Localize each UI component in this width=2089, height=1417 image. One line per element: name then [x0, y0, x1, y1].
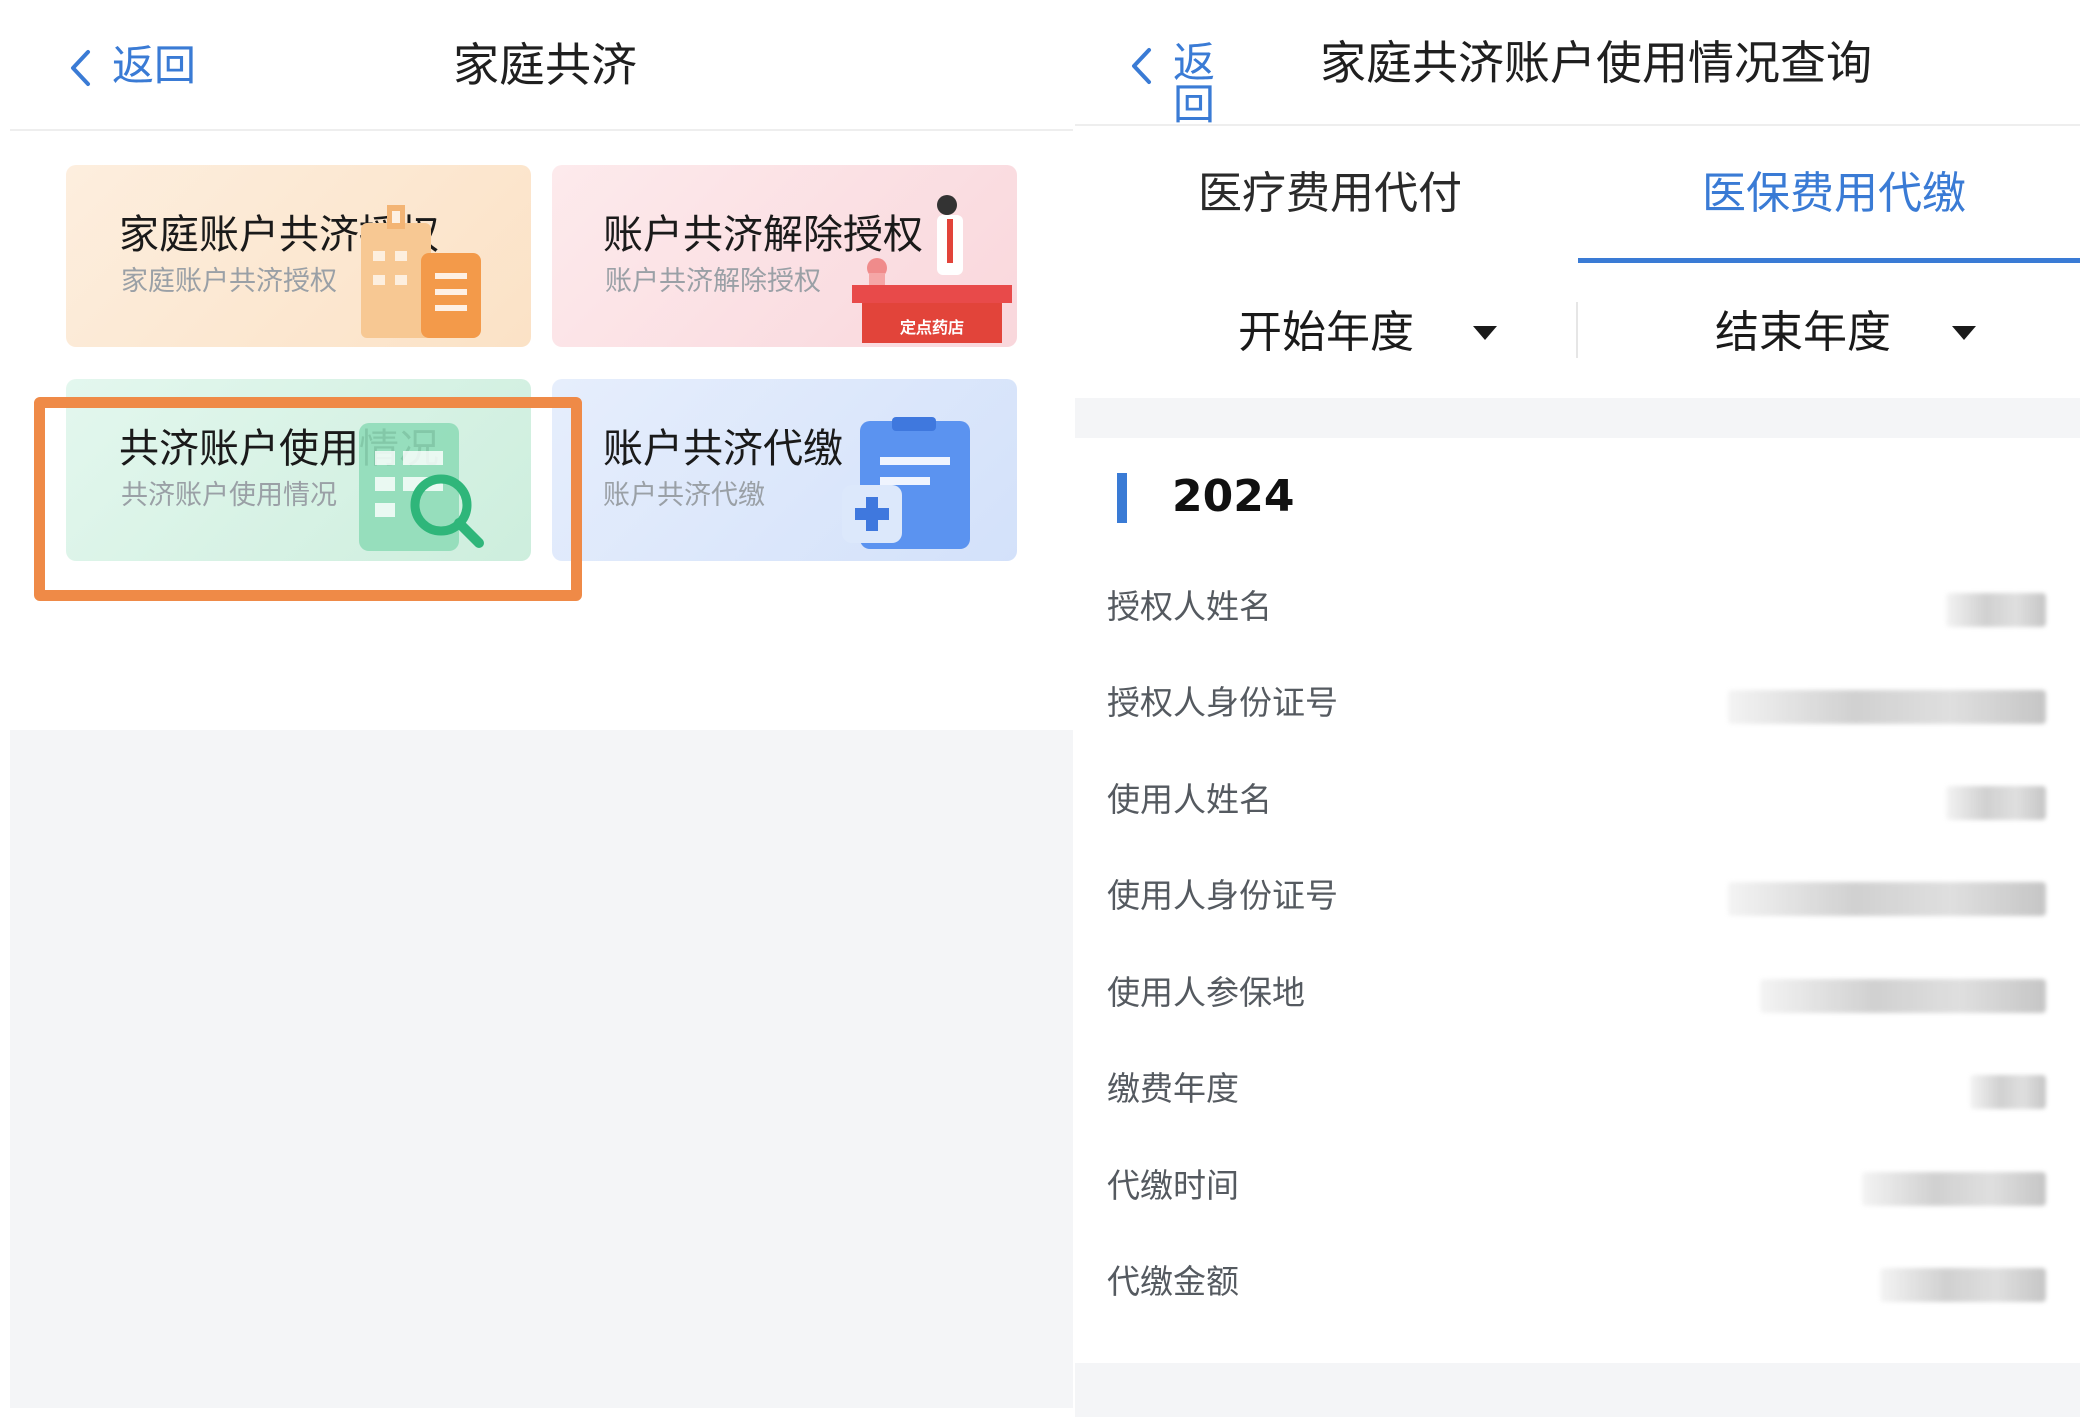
field-label: 代缴金额 — [1107, 1262, 1239, 1301]
section-separator — [1075, 398, 2080, 438]
pharmacy-icon: 定点药店 — [852, 195, 1012, 343]
header-divider — [1075, 124, 2080, 126]
caret-down-icon — [1952, 326, 1976, 340]
field-label: 缴费年度 — [1107, 1069, 1239, 1108]
filter-divider — [1576, 302, 1578, 358]
chevron-left-icon — [1132, 48, 1151, 84]
field-label: 授权人身份证号 — [1107, 683, 1338, 722]
card-subtitle: 账户共济代缴 — [603, 480, 765, 511]
back-label: 返回 — [1173, 38, 1216, 129]
card-account-payment[interactable]: 账户共济代缴 账户共济代缴 — [552, 379, 1017, 561]
field-label: 代缴时间 — [1107, 1166, 1239, 1205]
medical-clipboard-icon — [842, 417, 970, 549]
redacted-value — [1946, 786, 2046, 820]
field-label: 使用人身份证号 — [1107, 876, 1338, 915]
redacted-value — [1760, 979, 2046, 1013]
building-icon — [361, 205, 481, 338]
card-subtitle: 账户共济解除授权 — [605, 266, 821, 297]
redacted-value — [1946, 593, 2046, 627]
pharmacy-badge-text: 定点药店 — [899, 318, 964, 337]
page-title: 家庭共济账户使用情况查询 — [1320, 36, 1872, 90]
chevron-left-icon — [71, 50, 90, 86]
tab-insurance-fee-payment[interactable]: 医保费用代缴 — [1702, 172, 1966, 216]
active-tab-indicator — [1578, 258, 2080, 263]
header-divider — [10, 129, 1073, 131]
right-back-button[interactable]: 返回 — [1125, 36, 1255, 126]
redacted-value — [1880, 1268, 2046, 1302]
caret-down-icon — [1473, 326, 1497, 340]
card-subtitle: 家庭账户共济授权 — [121, 266, 337, 297]
field-label: 使用人姓名 — [1107, 780, 1272, 819]
card-family-authorization[interactable]: 家庭账户共济授权 家庭账户共济授权 — [66, 165, 531, 347]
highlight-box — [34, 397, 582, 601]
tab-medical-expense-payment[interactable]: 医疗费用代付 — [1198, 172, 1462, 216]
back-label: 返回 — [112, 41, 197, 90]
card-revoke-authorization[interactable]: 账户共济解除授权 账户共济解除授权 定点药店 — [552, 165, 1017, 347]
bottom-spacer — [1075, 1363, 2080, 1417]
left-back-button[interactable]: 返回 — [60, 38, 200, 94]
redacted-value — [1862, 1172, 2046, 1206]
redacted-value — [1728, 690, 2046, 724]
start-year-label: 开始年度 — [1238, 307, 1414, 358]
left-empty-area — [10, 730, 1073, 1408]
start-year-dropdown[interactable]: 开始年度 — [1235, 305, 1505, 361]
redacted-value — [1728, 882, 2046, 916]
redacted-value — [1970, 1075, 2046, 1109]
card-title: 账户共济代缴 — [603, 426, 843, 472]
end-year-label: 结束年度 — [1715, 307, 1891, 358]
year-heading: 2024 — [1172, 471, 1295, 522]
end-year-dropdown[interactable]: 结束年度 — [1712, 305, 1982, 361]
field-label: 授权人姓名 — [1107, 587, 1272, 626]
page-title: 家庭共济 — [453, 38, 637, 92]
field-label: 使用人参保地 — [1107, 973, 1305, 1012]
year-accent-bar — [1117, 473, 1127, 523]
